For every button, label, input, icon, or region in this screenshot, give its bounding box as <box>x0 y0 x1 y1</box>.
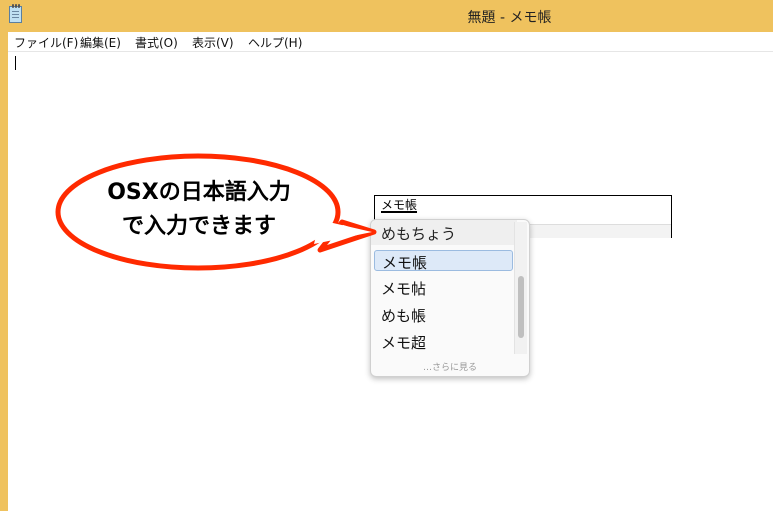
menu-bar: ファイル(F) 編集(E) 書式(O) 表示(V) ヘルプ(H) <box>8 32 773 52</box>
candidate-label: メモ帖 <box>381 280 427 298</box>
title-bar[interactable]: 無題 - メモ帳 <box>0 0 773 32</box>
candidate-item[interactable]: めも帳 <box>374 304 513 325</box>
notepad-window: 無題 - メモ帳 ファイル(F) 編集(E) 書式(O) 表示(V) ヘルプ(H… <box>0 0 773 511</box>
candidate-label: めも帳 <box>381 307 427 325</box>
callout-bubble: OSXの日本語入力 で入力できます <box>52 150 382 290</box>
window-title: 無題 - メモ帳 <box>467 10 552 26</box>
candidate-reading-text: めもちょう <box>381 225 457 243</box>
ime-candidate-window: めもちょう メモ帳 メモ帖 めも帳 メモ超 …さらに見る <box>370 219 530 377</box>
candidate-label: メモ超 <box>381 334 427 352</box>
menu-file[interactable]: ファイル(F) <box>14 34 78 51</box>
candidate-scroll-thumb[interactable] <box>518 276 524 338</box>
callout-text: OSXの日本語入力 で入力できます <box>60 176 338 244</box>
menu-format[interactable]: 書式(O) <box>135 34 178 51</box>
menu-view[interactable]: 表示(V) <box>192 34 234 51</box>
ime-composition-text: メモ帳 <box>381 198 418 212</box>
candidate-label: メモ帳 <box>382 254 428 272</box>
text-caret <box>15 56 16 70</box>
callout-line-1: OSXの日本語入力 <box>107 180 291 205</box>
candidate-item[interactable]: メモ超 <box>374 331 513 352</box>
candidate-scrollbar[interactable] <box>514 222 527 354</box>
callout-line-2: で入力できます <box>121 214 276 239</box>
menu-edit[interactable]: 編集(E) <box>80 34 121 51</box>
candidate-item-selected[interactable]: メモ帳 <box>374 250 513 272</box>
candidate-reading: めもちょう <box>371 220 517 245</box>
candidate-item[interactable]: メモ帖 <box>374 277 513 298</box>
see-more-link[interactable]: …さらに見る <box>371 360 529 373</box>
menu-help[interactable]: ヘルプ(H) <box>248 34 302 51</box>
